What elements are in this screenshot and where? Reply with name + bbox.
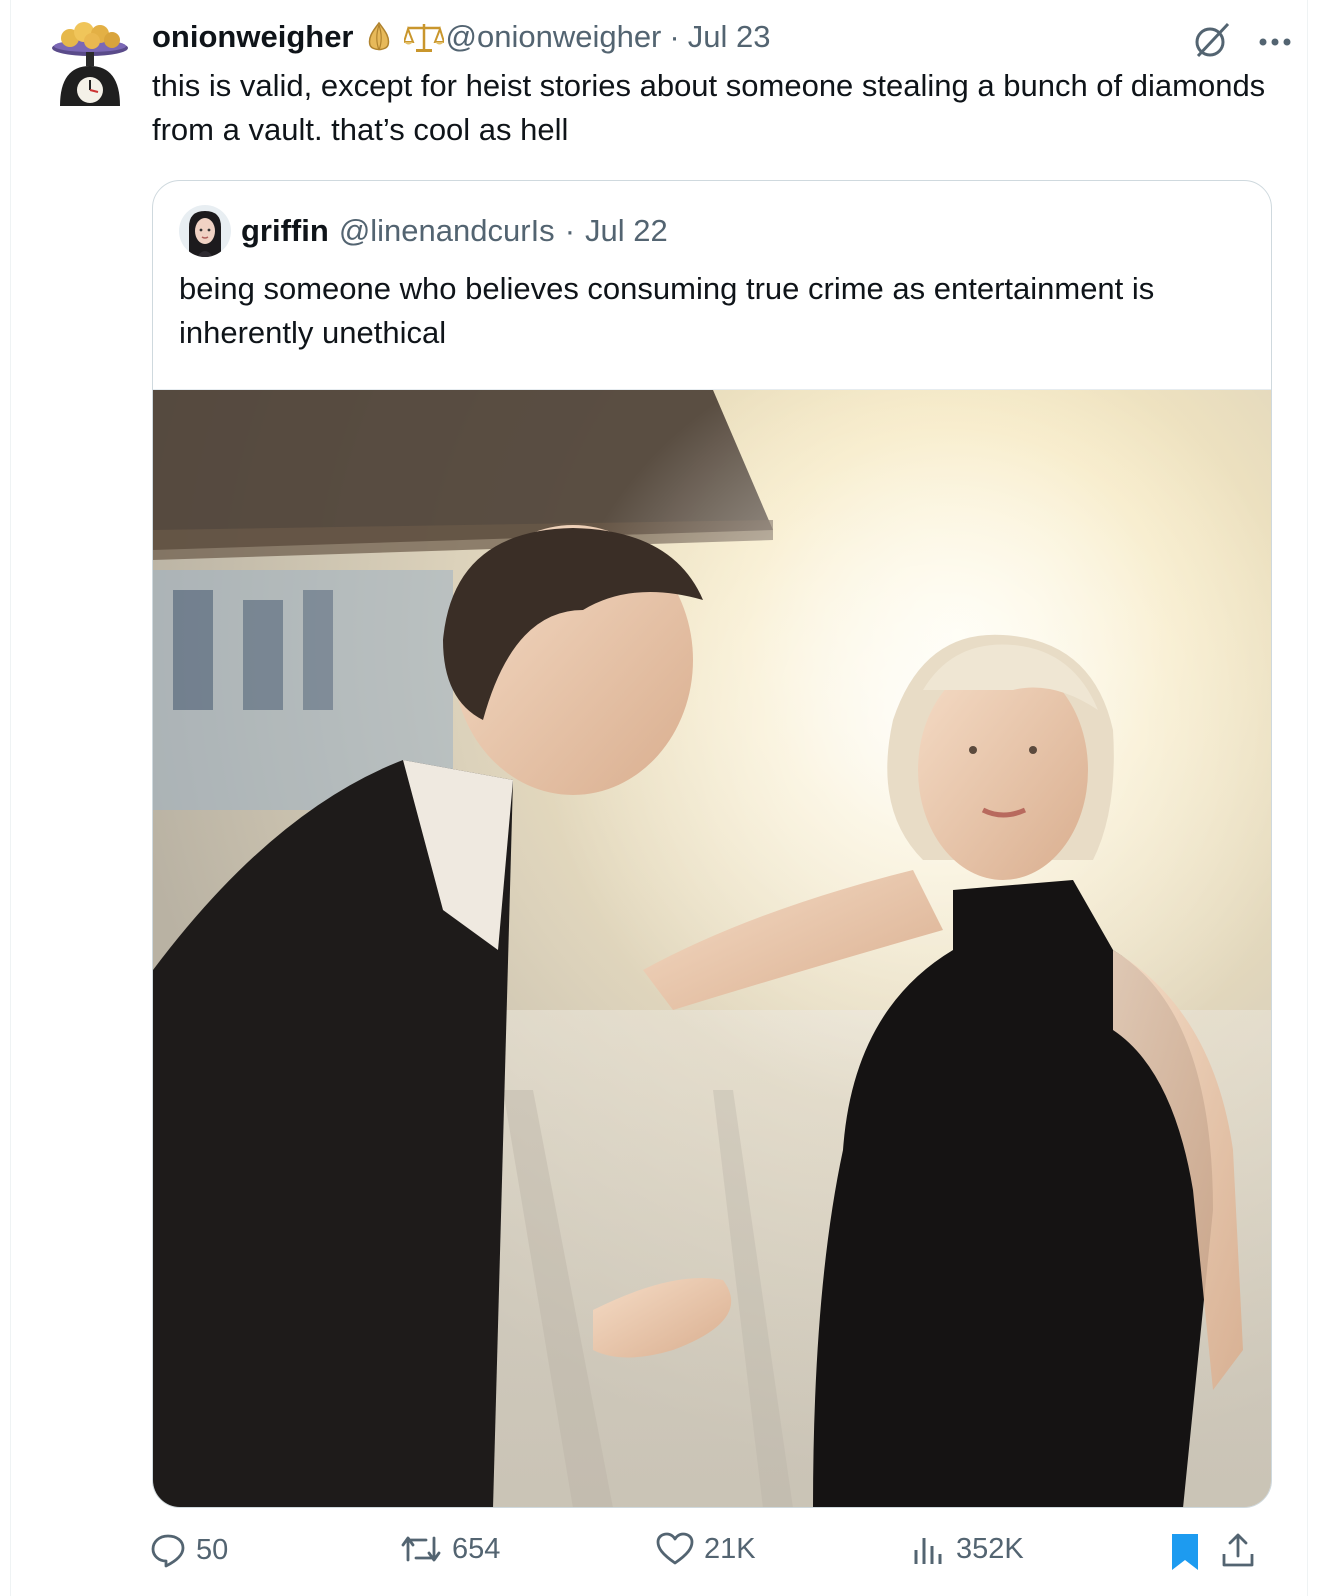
like-count: 21K [704, 1532, 756, 1565]
tweet-header: onionweigher @onionweigher · Jul 23 [152, 14, 770, 60]
retweet-icon [401, 1536, 441, 1562]
views-chart-icon [914, 1538, 942, 1564]
bookmark-icon [1172, 1534, 1198, 1570]
quoted-tweet[interactable]: griffin @linenandcurIs · Jul 22 being so… [152, 180, 1272, 1508]
retweet-button[interactable]: 654 [400, 1532, 500, 1566]
photo-man-woman-sunlight [153, 390, 1271, 1507]
reply-count: 50 [196, 1533, 229, 1566]
action-bar: 50 654 21K 352K [150, 1532, 1280, 1576]
grok-icon[interactable] [1192, 20, 1232, 65]
share-icon [1222, 1533, 1254, 1567]
reply-button[interactable]: 50 [150, 1532, 228, 1568]
onion-scale-icon [52, 22, 128, 106]
tweet-text: this is valid, except for heist stories … [152, 68, 1266, 147]
display-name[interactable]: onionweigher [152, 19, 354, 55]
like-button[interactable]: 21K [656, 1532, 756, 1566]
quoted-handle[interactable]: @linenandcurIs [339, 213, 555, 249]
views-button[interactable]: 352K [912, 1532, 1024, 1566]
views-count: 352K [956, 1532, 1024, 1565]
share-button[interactable] [1220, 1532, 1256, 1568]
quoted-text: being someone who believes consuming tru… [179, 271, 1155, 350]
handle[interactable]: @onionweigher [446, 19, 662, 55]
more-options-icon[interactable] [1258, 34, 1292, 52]
top-right-icons [1192, 20, 1292, 65]
tweet-date[interactable]: Jul 23 [688, 19, 771, 55]
heart-icon [656, 1532, 694, 1565]
quoted-photo[interactable] [153, 389, 1271, 1507]
bookmark-button[interactable] [1170, 1532, 1200, 1572]
reply-icon [151, 1534, 185, 1568]
quoted-display-name[interactable]: griffin [241, 213, 329, 249]
quoted-avatar [179, 205, 231, 257]
quoted-date[interactable]: Jul 22 [585, 213, 668, 249]
onion-icon [362, 20, 396, 54]
avatar[interactable] [48, 14, 132, 106]
balance-scale-icon [402, 20, 445, 54]
quoted-separator-dot: · [564, 213, 576, 248]
quoted-header: griffin @linenandcurIs · Jul 22 [179, 203, 668, 259]
retweet-count: 654 [452, 1532, 501, 1565]
separator-dot: · [669, 19, 680, 54]
